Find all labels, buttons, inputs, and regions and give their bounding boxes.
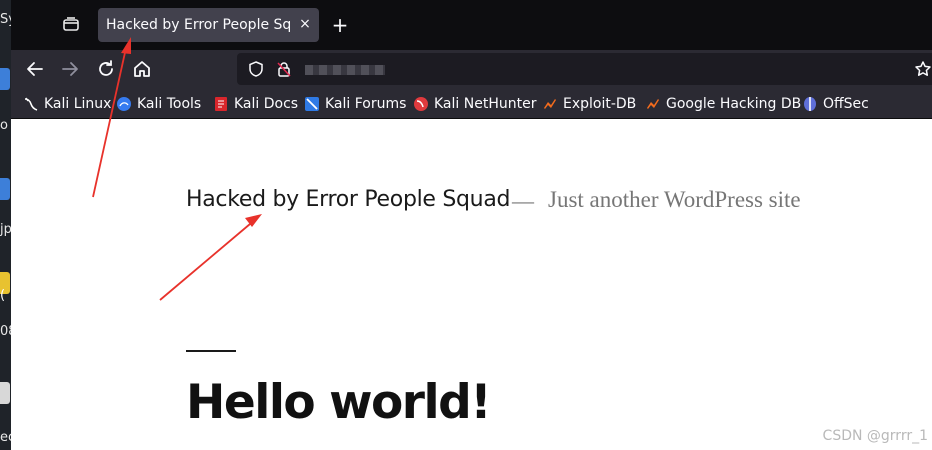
- site-title-link[interactable]: Hacked by Error People Squad: [186, 187, 510, 212]
- site-title-separator: —: [512, 188, 534, 213]
- bookmark-kali-docs[interactable]: Kali Docs: [213, 94, 298, 114]
- bookmark-label: Kali Tools: [137, 96, 202, 112]
- home-icon[interactable]: [131, 58, 153, 80]
- desktop-label-fragment: (: [0, 288, 6, 303]
- desktop-label-fragment: Sy: [0, 12, 11, 27]
- bookmark-kali-forums[interactable]: Kali Forums: [304, 94, 406, 114]
- tab-list-icon[interactable]: [61, 14, 81, 34]
- bookmark-label: Kali NetHunter: [434, 96, 537, 112]
- bookmark-kali-nethunter[interactable]: Kali NetHunter: [413, 94, 536, 114]
- bookmark-kali-tools[interactable]: Kali Tools: [116, 94, 201, 114]
- kali-tools-icon: [117, 97, 131, 111]
- post-divider: [186, 350, 236, 352]
- bookmark-google-hacking-db[interactable]: Google Hacking DB: [645, 94, 801, 114]
- kali-forums-icon: [305, 97, 319, 111]
- post-title-link[interactable]: Hello world!: [186, 375, 492, 430]
- desktop-document-icon[interactable]: [0, 382, 10, 404]
- csdn-watermark: CSDN @grrrr_1: [822, 428, 928, 444]
- browser-window: Hacked by Error People Squad × +: [11, 0, 932, 450]
- lock-warning-icon[interactable]: [275, 60, 293, 78]
- kali-dragon-icon: [24, 97, 38, 111]
- bookmark-offsec[interactable]: OffSec: [802, 94, 869, 114]
- bookmark-label: Exploit-DB: [563, 96, 637, 112]
- ghdb-icon: [647, 99, 659, 109]
- site-description: Just another WordPress site: [548, 187, 801, 212]
- desktop-label-fragment: 08: [0, 324, 11, 339]
- tab-bar: Hacked by Error People Squad × +: [11, 0, 932, 50]
- bookmark-kali-linux[interactable]: Kali Linux: [23, 94, 111, 114]
- new-tab-button[interactable]: +: [329, 14, 351, 36]
- bookmark-star-icon[interactable]: [914, 60, 932, 78]
- exploit-db-icon: [544, 99, 556, 109]
- bookmarks-toolbar: Kali Linux Kali Tools Kali Docs Kali For…: [11, 88, 932, 119]
- back-arrow-icon[interactable]: [24, 58, 46, 80]
- desktop-label-fragment: jp: [0, 222, 11, 237]
- desktop-folder-icon[interactable]: [0, 178, 10, 200]
- desktop-label-fragment: o: [0, 118, 8, 133]
- offsec-icon: [804, 97, 816, 111]
- tab-title: Hacked by Error People Squad: [106, 17, 292, 33]
- tab-close-icon[interactable]: ×: [297, 16, 313, 32]
- bookmark-label: Kali Forums: [325, 96, 407, 112]
- kali-docs-icon: [215, 97, 227, 111]
- bookmark-label: Kali Linux: [44, 96, 112, 112]
- bookmark-label: Kali Docs: [234, 96, 299, 112]
- bookmark-exploit-db[interactable]: Exploit-DB: [542, 94, 636, 114]
- tab-active[interactable]: Hacked by Error People Squad ×: [98, 8, 319, 42]
- bookmark-label: OffSec: [823, 96, 869, 112]
- desktop-strip: Sy o jp ( 08 ec: [0, 0, 11, 450]
- url-text-redacted[interactable]: [305, 65, 385, 75]
- page-content: Hacked by Error People Squad — Just anot…: [11, 120, 932, 450]
- reload-icon[interactable]: [95, 58, 117, 80]
- bookmark-label: Google Hacking DB: [666, 96, 802, 112]
- desktop-folder-icon[interactable]: [0, 68, 10, 90]
- desktop-label-fragment: ec: [0, 430, 11, 445]
- shield-icon[interactable]: [247, 60, 265, 78]
- forward-arrow-icon[interactable]: [59, 58, 81, 80]
- kali-nethunter-icon: [414, 97, 428, 111]
- address-bar[interactable]: [237, 53, 932, 85]
- navigation-toolbar: [11, 50, 932, 88]
